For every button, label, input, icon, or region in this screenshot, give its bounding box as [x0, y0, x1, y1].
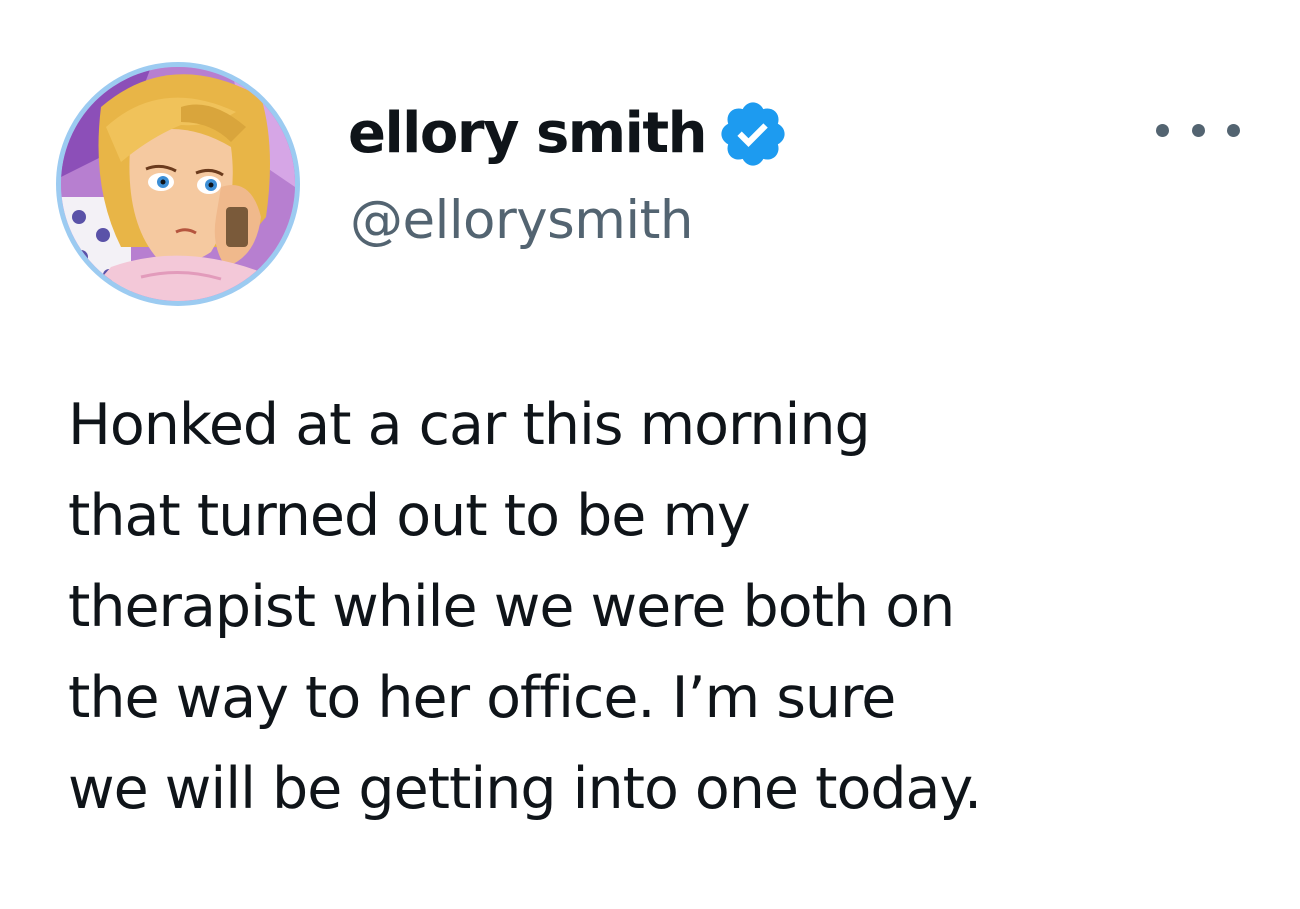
- tweet-text-line: therapist while we were both on: [68, 574, 955, 640]
- more-dot: [1191, 123, 1205, 137]
- more-dot: [1227, 123, 1240, 137]
- author-display-name[interactable]: ellory smith: [348, 106, 707, 162]
- author-handle[interactable]: @ellorysmith: [350, 194, 693, 247]
- more-dot: [1156, 123, 1169, 137]
- author-name-row: ellory smith: [348, 96, 790, 172]
- tweet-text-line: that turned out to be my: [68, 483, 751, 549]
- tweet-text: Honked at a car this morning that turned…: [68, 380, 1258, 835]
- tweet-text-line: Honked at a car this morning: [68, 392, 871, 458]
- avatar-image: [61, 67, 295, 301]
- tweet-text-line: we will be getting into one today.: [68, 756, 982, 822]
- verified-badge-icon: [716, 97, 790, 171]
- tweet-card: ellory smith @ellorysmith Honked at a ca…: [0, 0, 1300, 909]
- tweet-text-line: the way to her office. I’m sure: [68, 665, 896, 731]
- more-options-icon[interactable]: [1156, 108, 1240, 152]
- avatar[interactable]: [56, 62, 300, 306]
